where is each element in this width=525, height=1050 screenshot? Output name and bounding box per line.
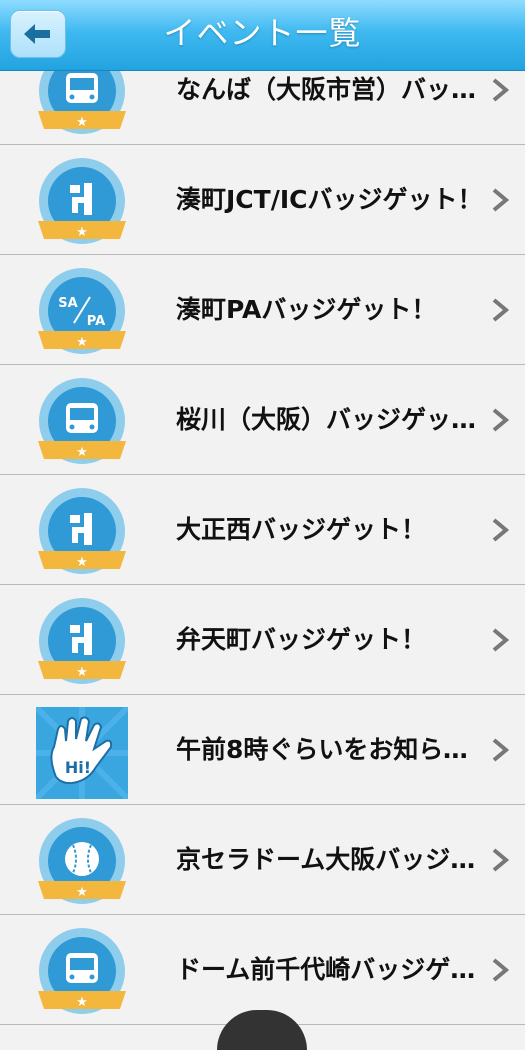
sa-text: SA — [58, 296, 77, 311]
list-item[interactable]: Hi! 午前8時ぐらいをお知らせ！ — [0, 695, 525, 805]
list-item[interactable]: ★ 桜川（大阪）バッジゲット！ — [0, 365, 525, 475]
chevron-right-icon — [492, 628, 510, 652]
list-item[interactable]: SA PA ★ 湊町PAバッジゲット！ — [0, 255, 525, 365]
nav-bar: イベント一覧 — [0, 0, 525, 71]
item-label: 大正西バッジゲット！ — [176, 515, 427, 544]
chevron-right-icon — [492, 848, 510, 872]
svg-text:★: ★ — [76, 115, 88, 130]
svg-text:★: ★ — [76, 885, 88, 900]
svg-text:★: ★ — [76, 335, 88, 350]
junction-badge-icon: ★ — [38, 488, 126, 574]
junction-badge-icon: ★ — [38, 598, 126, 684]
train-badge-icon: ★ — [38, 928, 126, 1014]
list-item[interactable]: ★ 大正西バッジゲット！ — [0, 475, 525, 585]
chevron-right-icon — [492, 518, 510, 542]
event-list: ★ なんば（大阪市営）バッジゲット！ ★ 湊町JCT/ICバッジゲット！ SA — [0, 35, 525, 1025]
svg-text:★: ★ — [76, 445, 88, 460]
sa-pa-badge-icon: SA PA ★ — [38, 268, 126, 354]
list-item[interactable]: ★ 弁天町バッジゲット！ — [0, 585, 525, 695]
list-item[interactable]: ★ 京セラドーム大阪バッジゲット！ — [0, 805, 525, 915]
item-label: 桜川（大阪）バッジゲット！ — [176, 405, 486, 434]
page-title: イベント一覧 — [163, 14, 362, 52]
list-item[interactable]: ★ ドーム前千代崎バッジゲット！ — [0, 915, 525, 1025]
hi-text: Hi! — [65, 758, 91, 777]
chevron-right-icon — [492, 408, 510, 432]
junction-badge-icon: ★ — [38, 158, 126, 244]
svg-text:★: ★ — [76, 995, 88, 1010]
chevron-right-icon — [492, 298, 510, 322]
train-badge-icon: ★ — [38, 378, 126, 464]
baseball-badge-icon: ★ — [38, 818, 126, 904]
item-label: 湊町PAバッジゲット！ — [176, 295, 437, 324]
item-label: ドーム前千代崎バッジゲット！ — [176, 955, 486, 984]
item-label: 午前8時ぐらいをお知らせ！ — [176, 735, 486, 764]
svg-text:★: ★ — [76, 555, 88, 570]
item-label: 京セラドーム大阪バッジゲット！ — [176, 845, 486, 874]
svg-text:★: ★ — [76, 225, 88, 240]
chevron-right-icon — [492, 738, 510, 762]
chevron-right-icon — [492, 78, 510, 102]
chevron-right-icon — [492, 958, 510, 982]
pa-text: PA — [87, 314, 105, 329]
list-item[interactable]: ★ 湊町JCT/ICバッジゲット！ — [0, 145, 525, 255]
item-label: 湊町JCT/ICバッジゲット！ — [176, 185, 483, 214]
item-label: 弁天町バッジゲット！ — [176, 625, 427, 654]
hi-hand-icon: Hi! — [36, 707, 128, 799]
chevron-right-icon — [492, 188, 510, 212]
svg-text:★: ★ — [76, 665, 88, 680]
